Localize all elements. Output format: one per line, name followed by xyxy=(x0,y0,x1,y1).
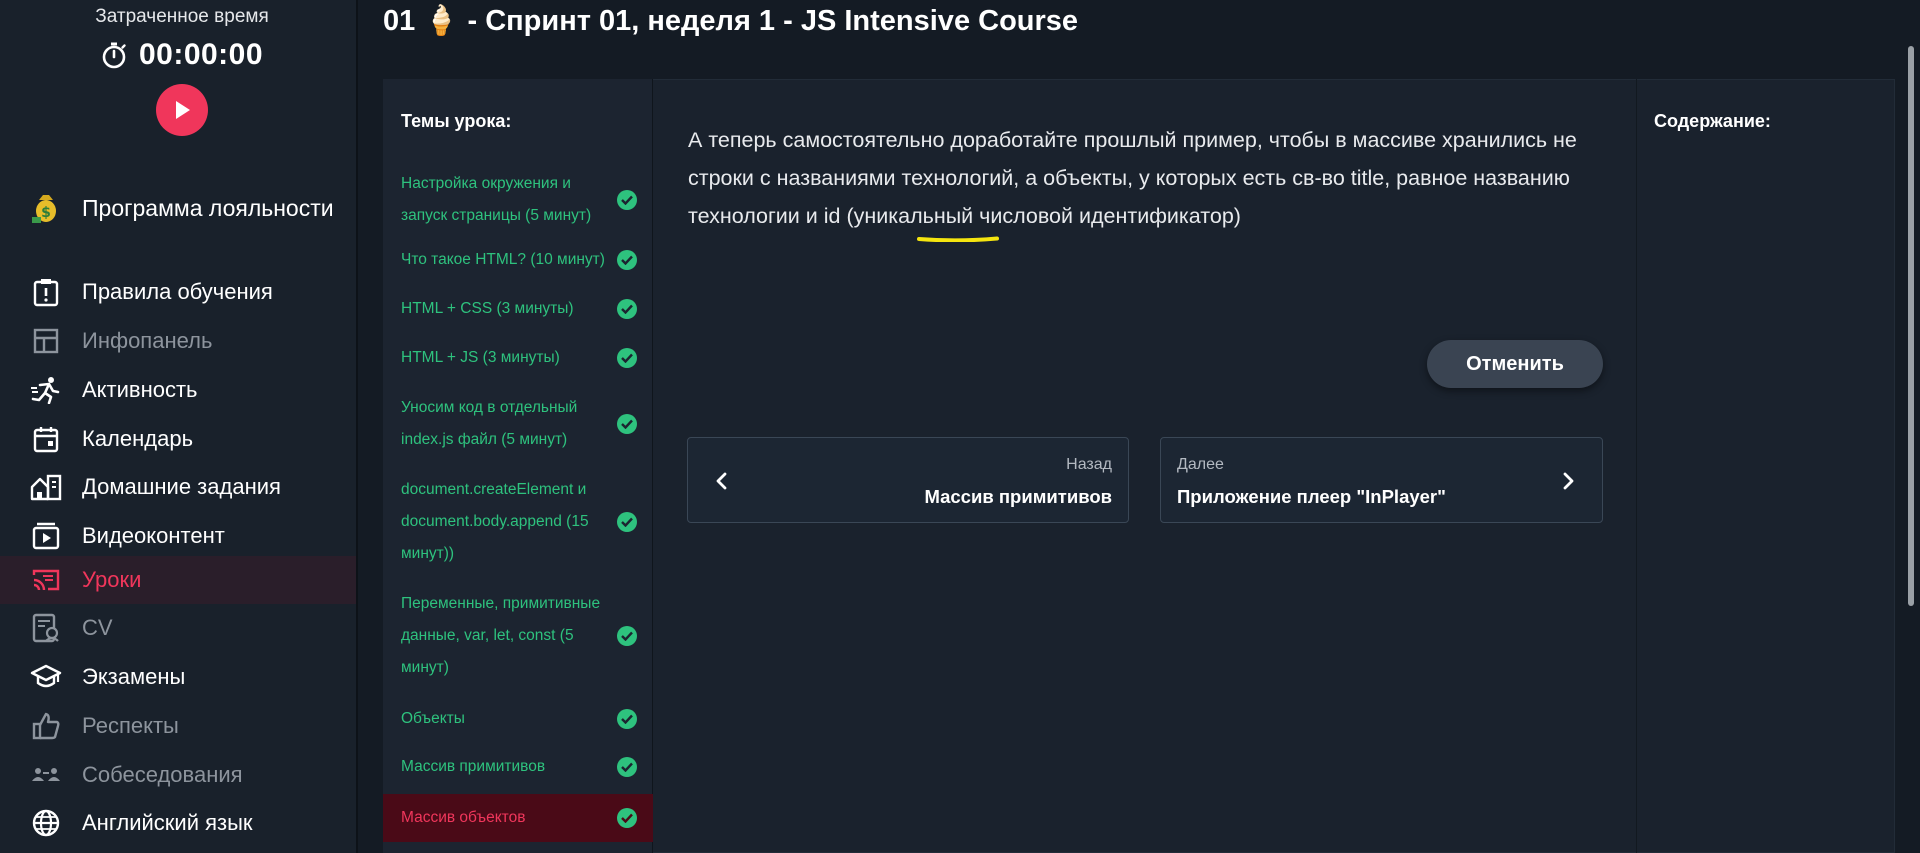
chevron-left-icon xyxy=(716,472,727,490)
check-icon xyxy=(617,190,637,210)
topic-label: Массив объектов xyxy=(401,809,526,826)
graduation-cap-icon xyxy=(30,661,62,693)
cast-icon xyxy=(30,564,62,596)
topics-title: Темы урока: xyxy=(401,111,512,131)
dashboard-icon xyxy=(30,325,62,357)
topic-item[interactable]: Переменные, примитивные данные, var, let… xyxy=(383,587,653,685)
sidebar-item-interviews[interactable]: Собеседования xyxy=(30,755,243,795)
sidebar-item-calendar[interactable]: Календарь xyxy=(30,419,193,459)
sidebar-item-homework[interactable]: Домашние задания xyxy=(30,467,281,507)
timer-value: 00:00:00 xyxy=(138,38,264,71)
toc-title: Содержание: xyxy=(1654,111,1771,131)
sidebar-item-label: Инфопанель xyxy=(82,328,213,353)
previous-lesson-button[interactable]: Назад Массив примитивов xyxy=(687,437,1129,523)
video-icon xyxy=(30,520,62,552)
cv-icon xyxy=(30,612,62,644)
check-icon xyxy=(617,512,637,532)
topic-item[interactable]: Массив примитивов xyxy=(383,751,653,783)
sidebar-item-english[interactable]: Английский язык xyxy=(30,803,253,843)
lesson-topics: Темы урока: Настройка окружения и запуск… xyxy=(383,79,653,853)
sidebar-item-label: Собеседования xyxy=(82,762,243,787)
globe-icon xyxy=(30,807,62,839)
sidebar-item-label: Правила обучения xyxy=(82,279,273,304)
home-tasks-icon xyxy=(30,471,62,503)
topic-item-current[interactable]: Массив объектов xyxy=(383,794,653,842)
sidebar-item-label: Уроки xyxy=(82,567,142,592)
next-lesson-button[interactable]: Далее Приложение плеер "InPlayer" xyxy=(1160,437,1603,523)
sidebar-divider xyxy=(356,0,358,853)
money-bag-icon: $ xyxy=(30,192,62,224)
topic-item[interactable]: HTML + CSS (3 минуты) xyxy=(383,293,653,325)
sidebar-item-label: CV xyxy=(82,615,113,640)
check-icon xyxy=(617,348,637,368)
cancel-button[interactable]: Отменить xyxy=(1427,340,1603,388)
page-scrollbar[interactable] xyxy=(1908,46,1914,606)
topic-label: Уносим код в отдельный index.js файл (5 … xyxy=(401,399,578,448)
sidebar-item-label: Респекты xyxy=(82,713,179,738)
sidebar-item-label: Активность xyxy=(82,377,198,402)
sidebar-item-dashboard[interactable]: Инфопанель xyxy=(30,321,212,361)
topic-item[interactable]: document.createElement и document.body.a… xyxy=(383,473,653,571)
next-label: Далее xyxy=(1177,456,1224,473)
check-icon xyxy=(617,709,637,729)
chevron-right-icon xyxy=(1563,472,1574,490)
sidebar-item-loyalty[interactable]: $ Программа лояльности xyxy=(30,188,334,228)
back-label: Назад xyxy=(1066,456,1112,473)
timer-row: 00:00:00 xyxy=(0,38,364,72)
sidebar-item-label: Видеоконтент xyxy=(82,523,225,548)
running-icon xyxy=(30,374,62,406)
check-icon xyxy=(617,414,637,434)
people-icon xyxy=(30,759,62,791)
calendar-icon xyxy=(30,423,62,455)
sidebar-item-rules[interactable]: Правила обучения xyxy=(30,272,273,312)
check-icon xyxy=(617,808,637,828)
info-clipboard-icon xyxy=(30,276,62,308)
play-icon xyxy=(176,101,190,119)
sidebar-item-label: Домашние задания xyxy=(82,474,281,499)
sidebar-item-video[interactable]: Видеоконтент xyxy=(30,516,225,556)
back-title: Массив примитивов xyxy=(924,486,1112,507)
topic-item[interactable]: Уносим код в отдельный index.js файл (5 … xyxy=(383,391,653,457)
sidebar-item-respects[interactable]: Респекты xyxy=(30,706,179,746)
topic-item[interactable]: Объекты xyxy=(383,703,653,735)
highlight-underline xyxy=(917,236,999,242)
topic-item[interactable]: Что такое HTML? (10 минут) xyxy=(383,244,653,276)
topic-label: Объекты xyxy=(401,710,465,727)
topic-label: Что такое HTML? (10 минут) xyxy=(401,251,605,268)
sidebar-item-label: Календарь xyxy=(82,426,194,451)
app-window: Затраченное время 00:00:00 $ Программа л… xyxy=(0,0,1920,853)
lesson-text: А теперь самостоятельно доработайте прош… xyxy=(688,128,1577,228)
sidebar-item-exams[interactable]: Экзамены xyxy=(30,657,185,697)
sidebar-item-label: Экзамены xyxy=(82,664,186,689)
topic-item[interactable]: Настройка окружения и запуск страницы (5… xyxy=(383,167,653,233)
check-icon xyxy=(617,299,637,319)
topic-item[interactable]: HTML + JS (3 минуты) xyxy=(383,342,653,374)
thumbs-up-icon xyxy=(30,710,62,742)
svg-text:$: $ xyxy=(41,205,51,221)
page-title: 01 🍦 - Спринт 01, неделя 1 - JS Intensiv… xyxy=(383,5,1079,37)
next-title: Приложение плеер "InPlayer" xyxy=(1177,486,1446,507)
sidebar-item-activity[interactable]: Активность xyxy=(30,370,198,410)
timer-title: Затраченное время xyxy=(95,6,269,27)
topic-label: Массив примитивов xyxy=(401,758,546,775)
check-icon xyxy=(617,250,637,270)
start-timer-button[interactable] xyxy=(156,84,208,136)
sidebar-item-cv[interactable]: CV xyxy=(30,608,113,648)
table-of-contents: Содержание: xyxy=(1636,79,1895,853)
check-icon xyxy=(617,757,637,777)
topic-label: Настройка окружения и запуск страницы (5… xyxy=(401,175,592,224)
sidebar-item-label: Программа лояльности xyxy=(82,194,334,221)
stopwatch-icon xyxy=(102,42,126,69)
topic-label: document.createElement и document.body.a… xyxy=(401,481,589,562)
sidebar: Затраченное время 00:00:00 $ Программа л… xyxy=(0,0,356,853)
topic-label: Переменные, примитивные данные, var, let… xyxy=(401,595,601,676)
sidebar-item-label: Английский язык xyxy=(82,810,253,835)
sidebar-item-lessons[interactable]: Уроки xyxy=(30,560,141,600)
topic-label: HTML + CSS (3 минуты) xyxy=(401,300,574,317)
check-icon xyxy=(617,626,637,646)
topic-label: HTML + JS (3 минуты) xyxy=(401,349,560,366)
